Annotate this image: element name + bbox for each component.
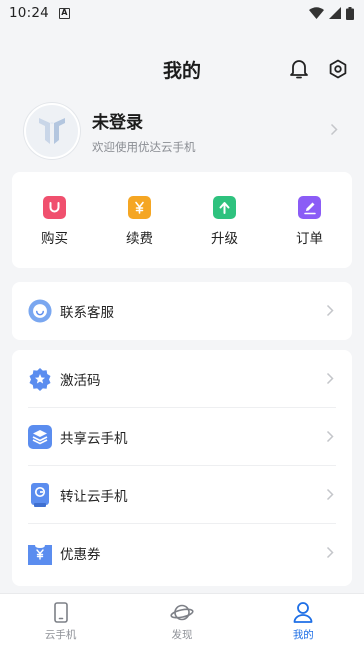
- yen-icon: [128, 196, 151, 219]
- profile-section[interactable]: 未登录 欢迎使用优达云手机: [24, 103, 344, 159]
- renew-label: 续费: [126, 231, 153, 247]
- buy-button[interactable]: 购买: [20, 196, 90, 268]
- shop-bag-icon: [43, 196, 66, 219]
- menu-item-activation-code[interactable]: 激活码: [12, 350, 352, 408]
- customer-service-item[interactable]: 联系客服: [12, 282, 352, 340]
- nav-label: 云手机: [44, 629, 77, 641]
- upgrade-arrow-icon: [213, 196, 236, 219]
- battery-icon: [346, 6, 354, 20]
- support-card: 联系客服: [12, 282, 352, 340]
- menu-item-transfer-phone[interactable]: 转让云手机: [12, 466, 352, 524]
- nav-label: 发现: [171, 629, 193, 641]
- chevron-right-icon: [326, 488, 334, 501]
- orders-label: 订单: [296, 231, 323, 247]
- menu-item-coupons[interactable]: 优惠券: [12, 524, 352, 582]
- chevron-right-icon: [326, 304, 334, 317]
- quick-actions-card: 购买 续费 升级 订单: [12, 172, 352, 268]
- profile-subtitle: 欢迎使用优达云手机: [92, 139, 196, 154]
- header: 我的: [0, 50, 364, 86]
- upgrade-label: 升级: [211, 231, 238, 247]
- menu-item-share-phone[interactable]: 共享云手机: [12, 408, 352, 466]
- avatar[interactable]: [24, 103, 80, 159]
- chevron-right-icon: [330, 123, 338, 136]
- chevron-right-icon: [326, 372, 334, 385]
- app-logo-icon: [39, 118, 65, 144]
- transfer-device-icon: [28, 483, 52, 507]
- coupon-icon: [28, 541, 52, 565]
- wifi-icon: [309, 7, 324, 19]
- menu-item-label: 转让云手机: [60, 489, 128, 505]
- customer-service-label: 联系客服: [60, 305, 114, 321]
- planet-icon: [170, 604, 194, 621]
- user-icon: [293, 602, 313, 623]
- menu-item-label: 共享云手机: [60, 431, 128, 447]
- nav-tab-discover[interactable]: 发现: [121, 594, 242, 648]
- profile-name[interactable]: 未登录: [92, 108, 196, 133]
- signal-icon: [329, 7, 341, 19]
- layers-icon: [28, 425, 52, 449]
- chevron-right-icon: [326, 430, 334, 443]
- status-bar: 10:24 A: [0, 0, 364, 26]
- menu-item-label: 优惠券: [60, 547, 101, 563]
- orders-button[interactable]: 订单: [275, 196, 345, 268]
- settings-icon[interactable]: [326, 57, 350, 81]
- nav-label: 我的: [292, 629, 314, 641]
- upgrade-button[interactable]: 升级: [190, 196, 260, 268]
- menu-item-label: 激活码: [60, 373, 101, 389]
- order-edit-icon: [298, 196, 321, 219]
- badge-star-icon: [28, 367, 52, 391]
- notification-badge-icon: A: [58, 7, 70, 19]
- phone-icon: [53, 602, 68, 623]
- nav-tab-mine[interactable]: 我的: [243, 594, 364, 648]
- buy-label: 购买: [41, 231, 68, 247]
- chevron-right-icon: [326, 546, 334, 559]
- bottom-nav: 云手机 发现 我的: [0, 593, 364, 648]
- status-time: 10:24: [9, 5, 49, 21]
- customer-service-icon: [28, 299, 52, 323]
- nav-tab-cloud-phone[interactable]: 云手机: [0, 594, 121, 648]
- bell-icon[interactable]: [287, 57, 311, 81]
- menu-card: 激活码 共享云手机 转让云手机 优惠券: [12, 350, 352, 586]
- renew-button[interactable]: 续费: [105, 196, 175, 268]
